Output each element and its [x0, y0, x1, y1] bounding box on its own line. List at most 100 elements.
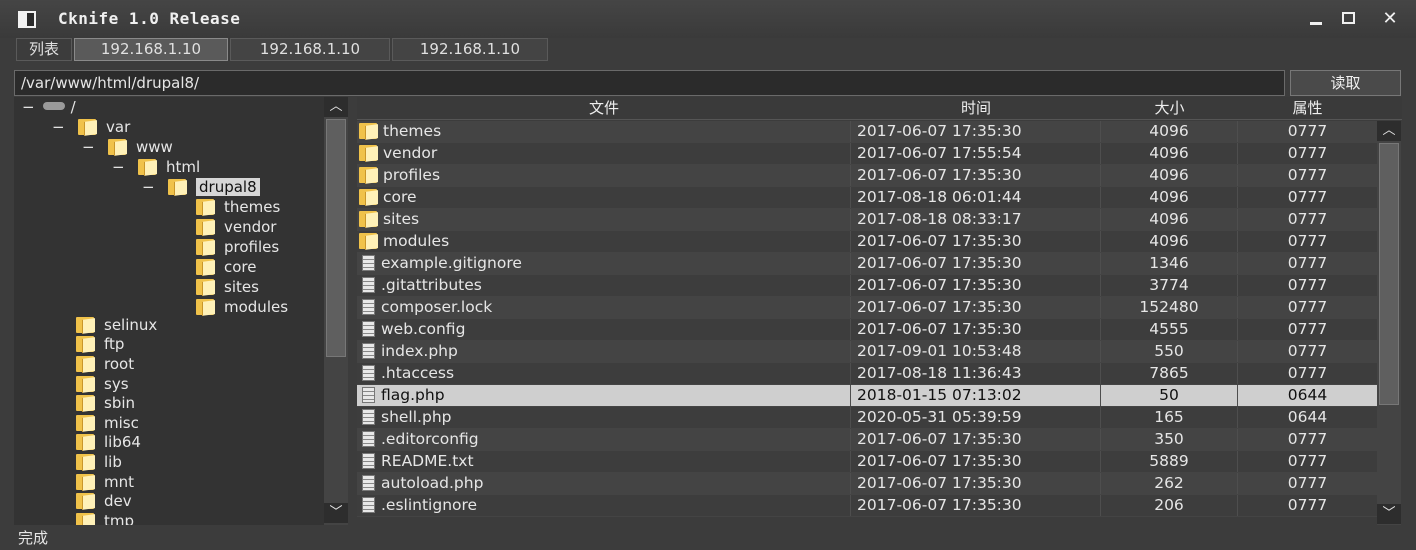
- table-row[interactable]: README.txt 2017-06-07 17:35:30 5889 0777: [357, 451, 1377, 473]
- file-time-cell[interactable]: 2017-06-07 17:35:30: [851, 297, 1106, 318]
- tree-node-sbin[interactable]: sbin: [76, 393, 135, 413]
- file-size-cell[interactable]: 5889: [1101, 451, 1237, 472]
- file-time-cell[interactable]: 2017-06-07 17:35:30: [851, 165, 1106, 186]
- file-size-cell[interactable]: 165: [1101, 407, 1237, 428]
- file-size-cell[interactable]: 4096: [1101, 143, 1237, 164]
- table-row[interactable]: autoload.php 2017-06-07 17:35:30 262 0777: [357, 473, 1377, 495]
- tree-node-sys[interactable]: sys: [76, 374, 129, 394]
- file-attr-cell[interactable]: 0777: [1238, 209, 1377, 230]
- file-size-cell[interactable]: 4096: [1101, 121, 1237, 142]
- column-header-time[interactable]: 时间: [851, 97, 1101, 119]
- file-name-cell[interactable]: flag.php: [357, 385, 852, 406]
- table-row[interactable]: core 2017-08-18 06:01:44 4096 0777: [357, 187, 1377, 209]
- file-size-cell[interactable]: 152480: [1101, 297, 1237, 318]
- file-size-cell[interactable]: 206: [1101, 495, 1237, 516]
- table-row[interactable]: profiles 2017-06-07 17:35:30 4096 0777: [357, 165, 1377, 187]
- file-attr-cell[interactable]: 0777: [1238, 275, 1377, 296]
- column-header-file[interactable]: 文件: [357, 97, 851, 119]
- file-size-cell[interactable]: 550: [1101, 341, 1237, 362]
- table-row[interactable]: shell.php 2020-05-31 05:39:59 165 0644: [357, 407, 1377, 429]
- file-name-cell[interactable]: autoload.php: [357, 473, 852, 494]
- file-attr-cell[interactable]: 0777: [1238, 473, 1377, 494]
- tree-node-html[interactable]: − html: [112, 157, 200, 177]
- tab-host-3[interactable]: 192.168.1.10: [392, 38, 548, 61]
- file-time-cell[interactable]: 2018-01-15 07:13:02: [851, 385, 1106, 406]
- collapse-icon[interactable]: −: [142, 177, 155, 197]
- tree-node-profiles[interactable]: profiles: [196, 237, 279, 257]
- table-row[interactable]: vendor 2017-06-07 17:55:54 4096 0777: [357, 143, 1377, 165]
- file-time-cell[interactable]: 2017-06-07 17:35:30: [851, 275, 1106, 296]
- file-name-cell[interactable]: vendor: [357, 143, 852, 164]
- table-row[interactable]: .htaccess 2017-08-18 11:36:43 7865 0777: [357, 363, 1377, 385]
- file-name-cell[interactable]: .gitattributes: [357, 275, 852, 296]
- table-row[interactable]: modules 2017-06-07 17:35:30 4096 0777: [357, 231, 1377, 253]
- file-attr-cell[interactable]: 0777: [1238, 319, 1377, 340]
- tree-node-themes[interactable]: themes: [196, 197, 280, 217]
- collapse-icon[interactable]: −: [82, 137, 95, 157]
- collapse-icon[interactable]: −: [52, 117, 65, 137]
- file-time-cell[interactable]: 2017-06-07 17:55:54: [851, 143, 1106, 164]
- file-attr-cell[interactable]: 0644: [1238, 385, 1377, 406]
- file-attr-cell[interactable]: 0777: [1238, 143, 1377, 164]
- tree-node-tmp[interactable]: tmp: [76, 511, 134, 525]
- file-attr-cell[interactable]: 0777: [1238, 495, 1377, 516]
- file-time-cell[interactable]: 2017-06-07 17:35:30: [851, 429, 1106, 450]
- table-row[interactable]: flag.php 2018-01-15 07:13:02 50 0644: [357, 385, 1377, 407]
- file-size-cell[interactable]: 4096: [1101, 209, 1237, 230]
- table-row[interactable]: sites 2017-08-18 08:33:17 4096 0777: [357, 209, 1377, 231]
- file-name-cell[interactable]: README.txt: [357, 451, 852, 472]
- tree-node-sites[interactable]: sites: [196, 277, 259, 297]
- table-row[interactable]: themes 2017-06-07 17:35:30 4096 0777: [357, 121, 1377, 143]
- file-name-cell[interactable]: .htaccess: [357, 363, 852, 384]
- file-time-cell[interactable]: 2017-09-01 10:53:48: [851, 341, 1106, 362]
- file-attr-cell[interactable]: 0777: [1238, 297, 1377, 318]
- tree-node-misc[interactable]: misc: [76, 413, 139, 433]
- tab-host-1[interactable]: 192.168.1.10: [74, 38, 228, 61]
- maximize-button[interactable]: [1337, 6, 1363, 32]
- file-time-cell[interactable]: 2017-06-07 17:35:30: [851, 473, 1106, 494]
- file-scroll-thumb[interactable]: [1379, 143, 1399, 405]
- tree-node-dev[interactable]: dev: [76, 491, 132, 511]
- file-size-cell[interactable]: 50: [1101, 385, 1237, 406]
- file-size-cell[interactable]: 1346: [1101, 253, 1237, 274]
- file-size-cell[interactable]: 3774: [1101, 275, 1237, 296]
- file-name-cell[interactable]: web.config: [357, 319, 852, 340]
- table-row[interactable]: .editorconfig 2017-06-07 17:35:30 350 0777: [357, 429, 1377, 451]
- tree-node-www[interactable]: − www: [82, 137, 173, 157]
- scroll-down-button[interactable]: ﹀: [1377, 504, 1401, 524]
- tree-node-mnt[interactable]: mnt: [76, 472, 134, 492]
- table-row[interactable]: .gitattributes 2017-06-07 17:35:30 3774 077…: [357, 275, 1377, 297]
- tree-node-drupal8[interactable]: − drupal8: [142, 177, 260, 197]
- file-size-cell[interactable]: 4555: [1101, 319, 1237, 340]
- file-attr-cell[interactable]: 0777: [1238, 363, 1377, 384]
- collapse-icon[interactable]: −: [22, 98, 35, 116]
- column-header-size[interactable]: 大小: [1101, 97, 1238, 119]
- file-name-cell[interactable]: .eslintignore: [357, 495, 852, 516]
- file-attr-cell[interactable]: 0777: [1238, 165, 1377, 186]
- scroll-up-button[interactable]: ︿: [1377, 121, 1401, 141]
- file-time-cell[interactable]: 2020-05-31 05:39:59: [851, 407, 1106, 428]
- tree-node-root[interactable]: − /: [22, 97, 76, 117]
- file-time-cell[interactable]: 2017-06-07 17:35:30: [851, 495, 1106, 516]
- collapse-icon[interactable]: −: [112, 157, 125, 177]
- file-attr-cell[interactable]: 0777: [1238, 231, 1377, 252]
- file-name-cell[interactable]: modules: [357, 231, 852, 252]
- file-size-cell[interactable]: 4096: [1101, 187, 1237, 208]
- file-name-cell[interactable]: shell.php: [357, 407, 852, 428]
- scroll-down-button[interactable]: ﹀: [324, 503, 348, 523]
- file-time-cell[interactable]: 2017-06-07 17:35:30: [851, 231, 1106, 252]
- table-row[interactable]: composer.lock 2017-06-07 17:35:30 152480 07…: [357, 297, 1377, 319]
- file-name-cell[interactable]: profiles: [357, 165, 852, 186]
- file-name-cell[interactable]: composer.lock: [357, 297, 852, 318]
- file-name-cell[interactable]: sites: [357, 209, 852, 230]
- file-name-cell[interactable]: example.gitignore: [357, 253, 852, 274]
- file-time-cell[interactable]: 2017-06-07 17:35:30: [851, 451, 1106, 472]
- tree-node-root-dir[interactable]: root: [76, 354, 134, 374]
- tree-node-selinux[interactable]: selinux: [76, 315, 157, 335]
- table-row[interactable]: .eslintignore 2017-06-07 17:35:30 206 0777: [357, 495, 1377, 517]
- file-size-cell[interactable]: 262: [1101, 473, 1237, 494]
- tree-node-ftp[interactable]: ftp: [76, 334, 124, 354]
- file-size-cell[interactable]: 4096: [1101, 165, 1237, 186]
- path-input[interactable]: /var/www/html/drupal8/: [14, 70, 1285, 96]
- table-row[interactable]: index.php 2017-09-01 10:53:48 550 0777: [357, 341, 1377, 363]
